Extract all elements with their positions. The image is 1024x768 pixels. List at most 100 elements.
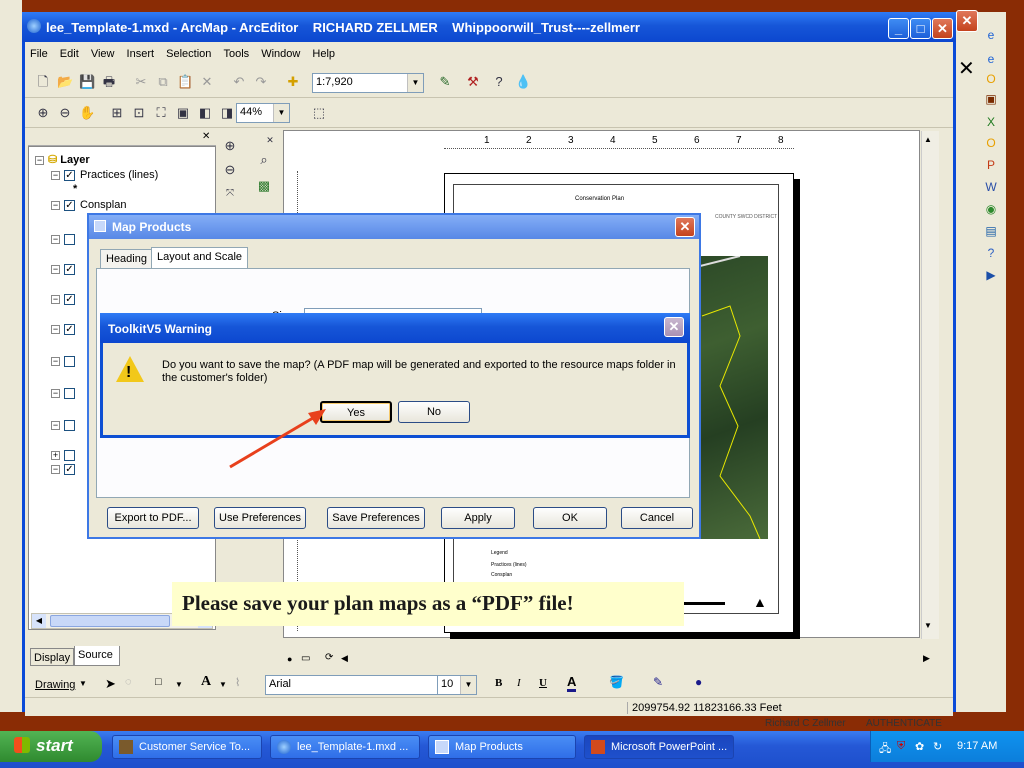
menu-window[interactable]: Window [256,42,304,60]
menu-edit[interactable]: Edit [55,42,83,60]
use-preferences-button[interactable]: Use Preferences [214,507,306,529]
word-icon[interactable]: W [984,180,998,194]
line-color-icon[interactable]: ✎ [653,675,663,689]
text-tool-icon[interactable]: A [201,674,211,690]
no-button[interactable]: No [398,401,470,423]
outlook-icon-2[interactable]: O [984,136,998,150]
toc-layer-root[interactable]: − ⛁ Layer [35,153,90,166]
full-extent-icon[interactable]: ⤧ [222,186,238,202]
outlook-icon[interactable]: O [984,72,998,86]
redo-icon[interactable]: ↷ [253,74,269,90]
fixed-zoom-out-icon[interactable]: ⊡ [131,105,147,121]
arctoolbox-icon[interactable]: ⚒ [465,74,481,90]
scroll-thumb[interactable] [50,615,170,627]
layer-checkbox[interactable] [64,355,75,367]
zoom-out-page-icon[interactable]: ⊖ [57,105,73,121]
cut-icon[interactable]: ✂ [133,74,149,90]
whats-this-icon[interactable]: ? [491,74,507,90]
menu-file[interactable]: File [25,42,52,60]
identify-icon[interactable]: ⌕ [256,152,272,168]
font-size-combo[interactable]: 10 ▼ [437,675,477,695]
collapse-icon[interactable]: − [35,155,44,165]
zoom-out-icon[interactable]: ⊖ [222,162,238,178]
collapse-icon[interactable]: − [51,294,60,304]
task-powerpoint[interactable]: Microsoft PowerPoint ... [584,735,734,759]
editor-icon[interactable]: ✎ [437,74,453,90]
layer-checkbox[interactable] [64,233,75,245]
tab-heading[interactable]: Heading [100,249,153,269]
copy-icon[interactable]: ⧉ [155,74,171,90]
minimize-button[interactable]: _ [888,18,909,39]
focus-data-frame-icon[interactable]: ⬚ [311,105,327,121]
bold-icon[interactable]: B [495,677,502,689]
export-pdf-button[interactable]: Export to PDF... [107,507,199,529]
window-titlebar[interactable]: lee_Template-1.mxd - ArcMap - ArcEditor … [22,12,956,42]
map-products-close-button[interactable]: ✕ [675,217,695,237]
powerpoint-icon[interactable]: P [984,158,998,172]
scroll-up-icon[interactable]: ▲ [924,135,932,144]
toc-layer-row[interactable]: − [51,233,80,245]
menu-insert[interactable]: Insert [122,42,159,60]
zoom-in-page-icon[interactable]: ⊕ [35,105,51,121]
edit-vertices-icon[interactable]: ⌇ [235,676,240,689]
excel-icon[interactable]: X [984,115,998,129]
toc-tab-source[interactable]: Source [74,646,120,666]
layout-zoom-combo[interactable]: 44% ▼ [236,103,290,123]
toc-layer-practices[interactable]: − ✓ Practices (lines) [51,169,158,181]
select-elements-icon[interactable]: ➤ [105,676,116,692]
expand-icon[interactable]: + [51,450,60,460]
task-customer-service[interactable]: Customer Service To... [112,735,262,759]
chevron-down-icon[interactable]: ▼ [273,104,289,122]
print-icon[interactable]: 🖶 [101,74,117,90]
maximize-button[interactable]: □ [910,18,931,39]
collapse-icon[interactable]: − [51,200,60,210]
rectangle-icon[interactable]: □ [155,676,162,688]
help-icon[interactable]: ? [984,246,998,260]
toc-layer-row[interactable]: + [51,449,80,461]
hyperlink-icon[interactable]: ▩ [256,178,272,194]
font-color-icon[interactable]: A [567,674,577,692]
layer-checkbox[interactable]: ✓ [64,463,75,475]
collapse-icon[interactable]: − [51,420,60,430]
toc-layer-row[interactable]: − [51,419,80,431]
toc-layer-row[interactable]: − ✓ [51,323,80,335]
toc-close-icon[interactable]: ✕ [202,131,210,142]
apply-button[interactable]: Apply [441,507,515,529]
toc-layer-row[interactable]: − [51,355,80,367]
drawing-menu-chevron-icon[interactable]: ▼ [79,679,87,688]
forward-extent-icon[interactable]: ◨ [219,105,235,121]
scroll-down-icon[interactable]: ▼ [924,621,932,630]
task-arcmap[interactable]: lee_Template-1.mxd ... [270,735,420,759]
start-button[interactable]: start [0,731,102,762]
update-icon[interactable]: ↻ [933,740,942,753]
collapse-icon[interactable]: − [51,170,60,180]
toc-layer-row[interactable]: − ✓ [51,293,80,305]
collapse-icon[interactable]: − [51,234,60,244]
layout-vscrollbar[interactable]: ▲ ▼ [921,131,939,639]
text-chevron-icon[interactable]: ▼ [219,680,227,689]
layer-checkbox[interactable] [64,387,75,399]
fixed-zoom-in-icon[interactable]: ⊞ [109,105,125,121]
tab-layout-and-scale[interactable]: Layout and Scale [151,247,249,270]
back-extent-icon[interactable]: ◧ [197,105,213,121]
media-icon[interactable]: ▶ [984,268,998,282]
warning-titlebar[interactable]: ToolkitV5 Warning ✕ [100,313,690,343]
warning-close-button[interactable]: ✕ [664,317,684,337]
chevron-down-icon[interactable]: ▼ [407,74,423,92]
ok-button[interactable]: OK [533,507,607,529]
save-icon[interactable]: 💾 [79,74,95,90]
collapse-icon[interactable]: − [51,464,60,474]
data-view-icon[interactable]: ● [287,654,292,664]
access-icon[interactable]: ▣ [984,92,998,106]
task-map-products[interactable]: Map Products [428,735,576,759]
toc-tab-display[interactable]: Display [30,648,74,666]
scroll-left-icon[interactable]: ◀ [341,653,348,664]
close-button[interactable]: ✕ [932,18,953,39]
layer-checkbox[interactable]: ✓ [64,293,75,305]
scroll-right-icon[interactable]: ▶ [923,653,930,664]
map-products-titlebar[interactable]: Map Products ✕ [89,215,699,239]
scroll-left-icon[interactable]: ◀ [32,614,46,628]
layer-checkbox[interactable]: ✓ [64,199,75,211]
toc-layer-row[interactable]: − ✓ [51,463,80,475]
pan-page-icon[interactable]: ✋ [79,105,95,121]
